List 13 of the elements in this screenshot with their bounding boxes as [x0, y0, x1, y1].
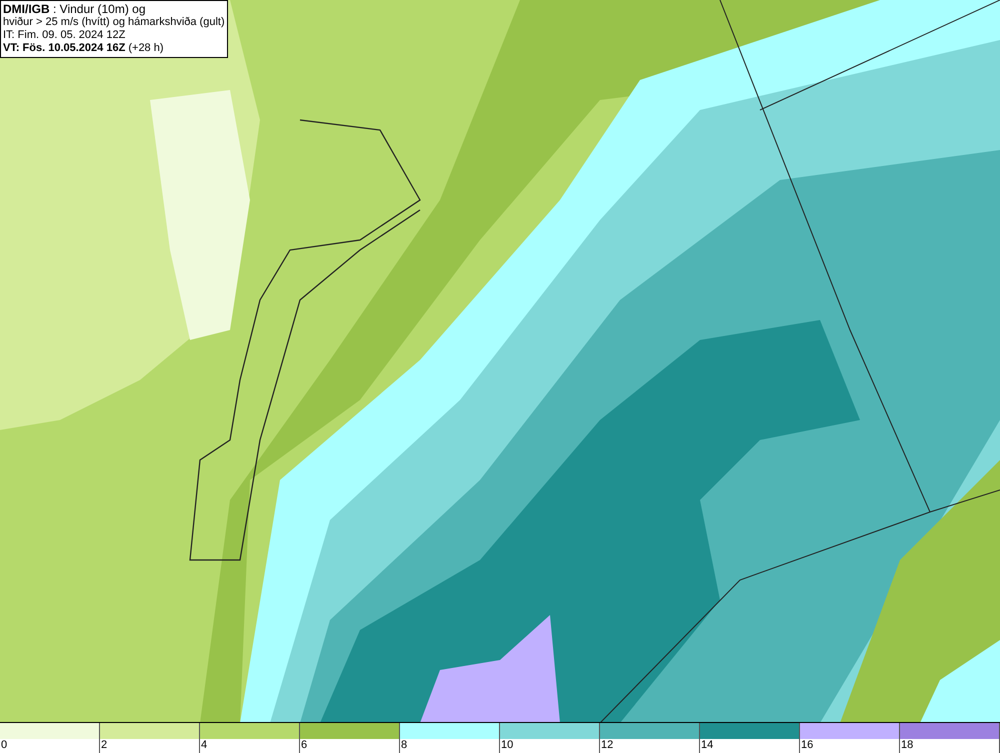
- legend-label: 16: [800, 739, 814, 752]
- legend-label: 0: [0, 739, 8, 752]
- legend-label: 6: [300, 739, 308, 752]
- legend-label: 14: [700, 739, 714, 752]
- title-line: VT: Fös. 10.05.2024 16Z (+28 h): [3, 42, 165, 55]
- legend-label: 12: [600, 739, 614, 752]
- legend-label: 8: [400, 739, 408, 752]
- legend-label: 2: [100, 739, 108, 752]
- legend-label: 10: [500, 739, 514, 752]
- title-line: IT: Fim. 09. 05. 2024 12Z: [3, 29, 126, 42]
- title-line: DMI/IGB : Vindur (10m) og: [3, 3, 146, 16]
- legend-label: 4: [200, 739, 208, 752]
- legend-label: 18: [900, 739, 914, 752]
